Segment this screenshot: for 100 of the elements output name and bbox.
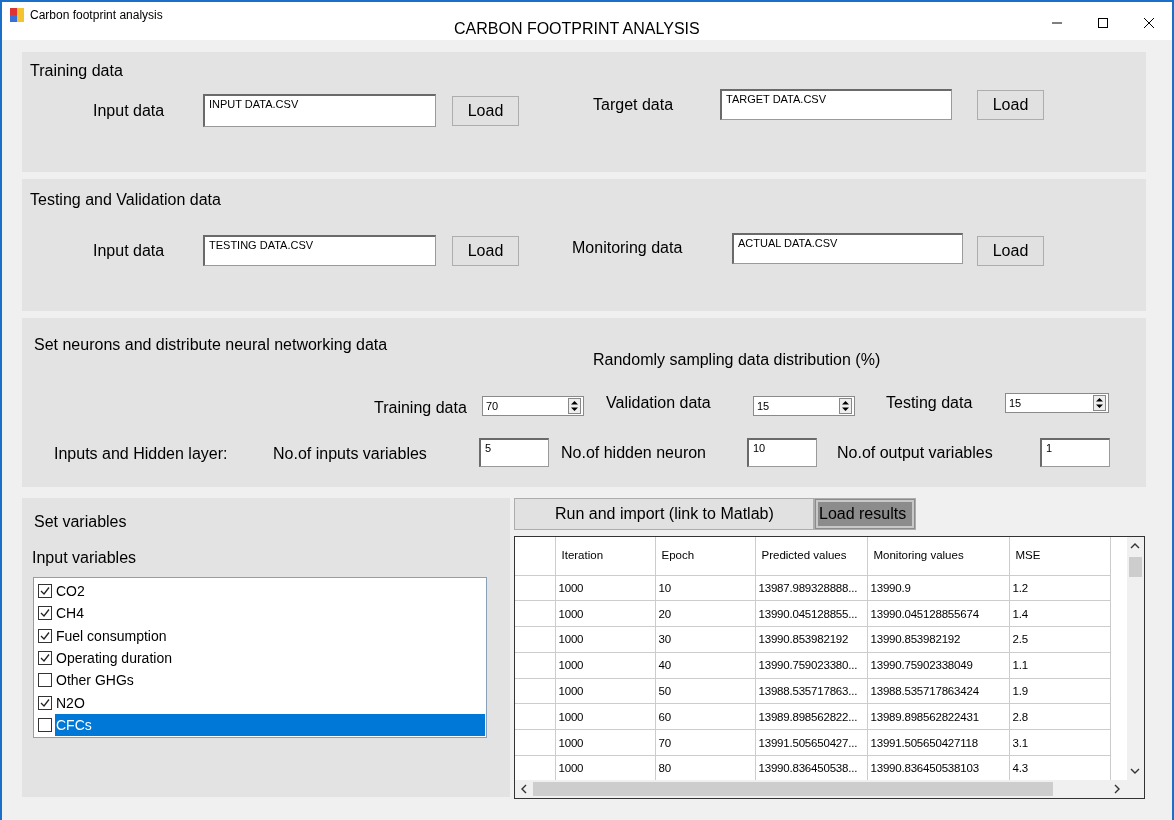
section-title: Set neurons and distribute neural networking data: [34, 336, 388, 354]
table-cell: 30: [655, 626, 755, 653]
number-field[interactable]: 1: [1040, 438, 1110, 467]
column-header[interactable]: Iteration: [555, 537, 655, 575]
table-cell: 50: [655, 678, 755, 704]
file-field[interactable]: TESTING DATA.CSV: [203, 235, 436, 266]
list-item[interactable]: Operating duration: [55, 646, 485, 670]
list-item[interactable]: Other GHGs: [55, 669, 485, 692]
table-cell: 13990.045128855...: [755, 600, 867, 627]
table-cell: 1000: [555, 678, 655, 704]
number-spinner[interactable]: 15: [1005, 393, 1109, 413]
table-cell: 13990.759023380...: [755, 652, 867, 679]
horizontal-scrollbar[interactable]: [515, 780, 1144, 798]
checkbox[interactable]: [38, 628, 52, 643]
table-cell: 70: [655, 729, 755, 756]
scroll-thumb[interactable]: [533, 782, 1053, 796]
app-icon: [10, 8, 24, 22]
table-cell: 13990.853982192: [755, 626, 867, 653]
table-cell: 1.1: [1009, 652, 1110, 679]
spinner-arrows-icon[interactable]: [839, 398, 852, 414]
table-cell: 13989.898562822431: [867, 704, 1009, 730]
table-cell: 1.9: [1009, 678, 1110, 704]
column-header[interactable]: MSE: [1009, 537, 1110, 575]
section-subtitle: Randomly sampling data distribution (%): [593, 351, 881, 369]
checkbox[interactable]: [38, 584, 52, 599]
window-title: Carbon footprint analysis: [30, 8, 163, 22]
spinner-label: Testing data: [886, 394, 974, 412]
table-cell: 60: [655, 704, 755, 730]
load-button[interactable]: Load: [977, 235, 1044, 266]
table-cell: 20: [655, 600, 755, 627]
list-item[interactable]: N2O: [55, 691, 485, 714]
table-cell: 1.4: [1009, 600, 1110, 627]
count-label: No.of output variables: [837, 443, 994, 462]
spinner-arrows-icon[interactable]: [568, 398, 581, 414]
table-cell: 10: [655, 575, 755, 601]
checkbox[interactable]: [38, 606, 52, 621]
number-field[interactable]: 5: [479, 438, 549, 467]
field-label: Target data: [593, 95, 675, 114]
table-cell: 1000: [555, 600, 655, 627]
field-label: Input data: [93, 101, 166, 120]
app-heading: CARBON FOOTPRINT ANALYSIS: [454, 20, 700, 38]
list-title: Input variables: [32, 549, 137, 567]
number-spinner[interactable]: 70: [482, 396, 584, 416]
layer-label: Inputs and Hidden layer:: [54, 445, 228, 463]
column-header[interactable]: Epoch: [655, 537, 755, 575]
table-cell: 13991.505650427118: [867, 729, 1009, 756]
list-item[interactable]: Fuel consumption: [55, 624, 485, 647]
maximize-icon[interactable]: [1098, 18, 1108, 28]
checkbox[interactable]: [38, 673, 52, 688]
column-header[interactable]: Monitoring values: [867, 537, 1009, 575]
table-cell: 1000: [555, 652, 655, 679]
list-item[interactable]: CO2: [55, 580, 485, 603]
load-button[interactable]: Load: [452, 95, 519, 126]
column-header[interactable]: Predicted values: [755, 537, 867, 575]
file-field[interactable]: ACTUAL DATA.CSV: [732, 233, 963, 264]
table-cell: 13991.505650427...: [755, 729, 867, 756]
table-cell: 40: [655, 652, 755, 679]
number-spinner[interactable]: 15: [753, 396, 855, 416]
list-item[interactable]: CH4: [55, 602, 485, 625]
spinner-label: Training data: [374, 399, 468, 417]
scroll-thumb[interactable]: [1129, 557, 1142, 577]
table-cell: 1000: [555, 729, 655, 756]
table-cell: 1000: [555, 575, 655, 601]
field-label: Input data: [93, 241, 166, 260]
checkbox[interactable]: [38, 651, 52, 666]
table-cell: 13990.75902338049: [867, 652, 1009, 679]
table-cell: 13989.898562822...: [755, 704, 867, 730]
table-cell: 13990.045128855674: [867, 600, 1009, 627]
close-icon[interactable]: [1144, 18, 1154, 28]
table-cell: 13988.535717863...: [755, 678, 867, 704]
table-cell: 1000: [555, 626, 655, 653]
checkbox[interactable]: [38, 695, 52, 710]
load-button[interactable]: Load: [977, 89, 1044, 120]
field-label: Monitoring data: [572, 238, 684, 257]
number-field[interactable]: 10: [747, 438, 817, 467]
table-cell: 2.5: [1009, 626, 1110, 653]
section-title: Set variables: [34, 513, 127, 531]
action-button[interactable]: Run and import (link to Matlab): [514, 498, 814, 530]
checkbox[interactable]: [38, 717, 52, 732]
section-title: Testing and Validation data: [30, 191, 221, 209]
file-field[interactable]: INPUT DATA.CSV: [203, 94, 436, 127]
table-cell: 13990.853982192: [867, 626, 1009, 653]
spinner-label: Validation data: [606, 394, 712, 412]
list-item[interactable]: CFCs: [55, 713, 485, 737]
table-cell: 13990.9: [867, 575, 1009, 601]
table-cell: 1.2: [1009, 575, 1110, 601]
spinner-arrows-icon[interactable]: [1093, 395, 1106, 411]
vertical-scrollbar[interactable]: [1127, 537, 1144, 780]
corner-cell: [515, 537, 555, 575]
action-button[interactable]: Load results: [814, 498, 916, 530]
table-cell: 3.1: [1009, 729, 1110, 756]
section-title: Training data: [30, 62, 123, 80]
count-label: No.of hidden neuron: [561, 443, 707, 462]
table-cell: 13987.989328888...: [755, 575, 867, 601]
file-field[interactable]: TARGET DATA.CSV: [720, 89, 952, 120]
count-label: No.of inputs variables: [273, 444, 428, 463]
table-cell: 13988.535717863424: [867, 678, 1009, 704]
load-button[interactable]: Load: [452, 235, 519, 266]
table-cell: 2.8: [1009, 704, 1110, 730]
table-cell: 1000: [555, 704, 655, 730]
